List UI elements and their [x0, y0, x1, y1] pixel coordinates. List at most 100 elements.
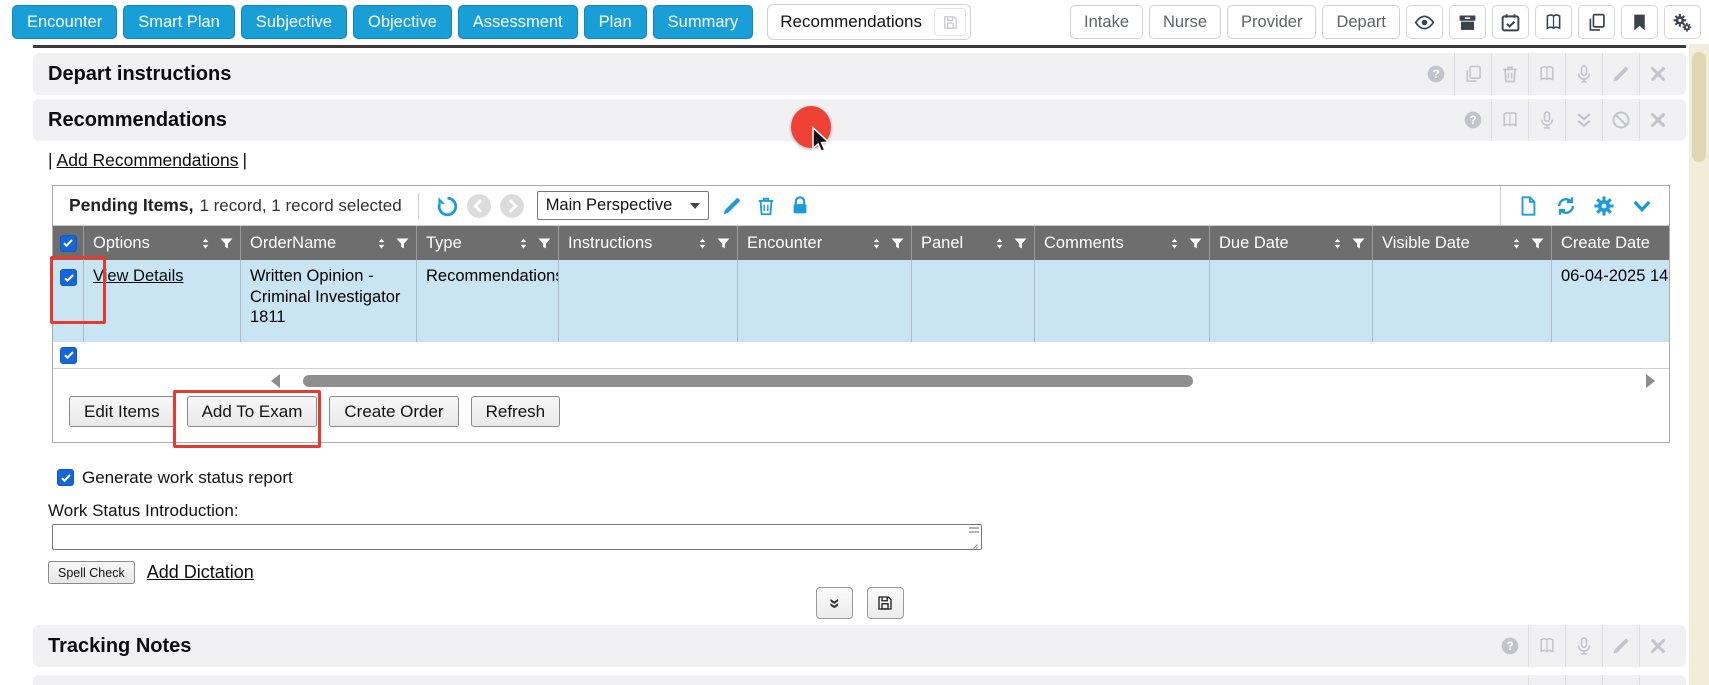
microphone-button[interactable]	[1565, 53, 1602, 95]
filter-icon[interactable]	[537, 236, 552, 251]
sort-icon[interactable]	[1168, 236, 1181, 251]
book-button[interactable]	[1528, 625, 1565, 667]
tab-encounter[interactable]: Encounter	[12, 5, 117, 39]
pencil-button[interactable]	[1602, 625, 1639, 667]
column-header-instructions[interactable]: Instructions	[559, 226, 738, 260]
delete-perspective-icon[interactable]	[755, 195, 777, 217]
column-header-panel[interactable]: Panel	[912, 226, 1035, 260]
gears-button[interactable]	[1664, 5, 1701, 39]
bookmark-button[interactable]	[1621, 5, 1658, 39]
tab-smart-plan[interactable]: Smart Plan	[123, 5, 235, 39]
column-header-create-date[interactable]: Create Date	[1552, 226, 1670, 260]
horizontal-scrollbar-thumb[interactable]	[303, 375, 1193, 387]
select-all-checkbox[interactable]	[60, 235, 77, 252]
lock-icon[interactable]	[789, 195, 811, 217]
sort-icon[interactable]	[375, 236, 388, 251]
tab-subjective[interactable]: Subjective	[241, 5, 347, 39]
page-scrollbar-thumb[interactable]	[1692, 52, 1706, 162]
sort-icon[interactable]	[199, 236, 212, 251]
copy-button[interactable]	[1578, 5, 1615, 39]
edit-items-button[interactable]: Edit Items	[69, 396, 175, 427]
disable-button[interactable]	[1602, 99, 1639, 141]
trash-button[interactable]	[1491, 53, 1528, 95]
horizontal-scrollbar[interactable]	[53, 374, 1669, 388]
close-button[interactable]	[1639, 625, 1676, 667]
chevron-down-icon[interactable]	[1631, 195, 1653, 217]
book-button[interactable]	[1535, 5, 1572, 39]
filter-icon[interactable]	[219, 236, 234, 251]
close-button[interactable]	[1639, 675, 1676, 685]
filter-icon[interactable]	[890, 236, 905, 251]
spell-check-button[interactable]: Spell Check	[48, 561, 135, 584]
new-document-icon[interactable]	[1517, 195, 1539, 217]
book-button[interactable]	[1528, 53, 1565, 95]
microphone-button[interactable]	[1565, 625, 1602, 667]
microphone-button[interactable]	[1528, 99, 1565, 141]
tab-summary[interactable]: Summary	[653, 5, 754, 39]
view-details-link[interactable]: View Details	[93, 267, 183, 285]
column-header-encounter[interactable]: Encounter	[738, 226, 912, 260]
tab-assessment[interactable]: Assessment	[458, 5, 578, 39]
close-button[interactable]	[1639, 99, 1676, 141]
column-header-ordername[interactable]: OrderName	[241, 226, 417, 260]
filter-icon[interactable]	[1351, 236, 1366, 251]
filter-icon[interactable]	[1530, 236, 1545, 251]
close-button[interactable]	[1639, 53, 1676, 95]
sort-icon[interactable]	[517, 236, 530, 251]
filter-icon[interactable]	[1188, 236, 1203, 251]
tab-objective[interactable]: Objective	[353, 5, 452, 39]
archive-box-button[interactable]	[1449, 5, 1486, 39]
help-button[interactable]: ?	[1491, 625, 1528, 667]
table-row[interactable]: View Details Written Opinion - Criminal …	[53, 260, 1669, 342]
next-icon[interactable]	[499, 193, 525, 219]
add-recommendations-link[interactable]: Add Recommendations	[57, 150, 239, 171]
filter-icon[interactable]	[1013, 236, 1028, 251]
sort-icon[interactable]	[1510, 236, 1523, 251]
stage-depart-button[interactable]: Depart	[1322, 5, 1400, 39]
help-button[interactable]: ?	[1491, 675, 1528, 685]
row-checkbox[interactable]	[60, 269, 77, 286]
work-status-intro-textarea[interactable]	[52, 524, 982, 550]
sort-icon[interactable]	[870, 236, 883, 251]
pencil-button[interactable]	[1602, 53, 1639, 95]
perspective-select[interactable]: Main Perspective	[537, 191, 709, 220]
sort-icon[interactable]	[993, 236, 1006, 251]
save-section-button[interactable]	[867, 587, 904, 619]
calendar-check-button[interactable]	[1492, 5, 1529, 39]
expand-section-button[interactable]: »	[816, 587, 853, 619]
add-dictation-link[interactable]: Add Dictation	[147, 562, 254, 583]
column-header-due-date[interactable]: Due Date	[1210, 226, 1373, 260]
eye-button[interactable]	[1406, 5, 1443, 39]
sort-icon[interactable]	[696, 236, 709, 251]
sort-icon[interactable]	[1331, 236, 1344, 251]
microphone-button[interactable]	[1565, 675, 1602, 685]
column-header-comments[interactable]: Comments	[1035, 226, 1210, 260]
save-tab-button[interactable]	[934, 8, 966, 36]
column-header-type[interactable]: Type	[417, 226, 559, 260]
generate-report-checkbox[interactable]	[57, 469, 74, 486]
previous-icon[interactable]	[466, 193, 492, 219]
stage-provider-button[interactable]: Provider	[1227, 5, 1316, 39]
filter-icon[interactable]	[395, 236, 410, 251]
footer-checkbox[interactable]	[60, 347, 77, 364]
edit-perspective-icon[interactable]	[721, 195, 743, 217]
settings-gear-icon[interactable]	[1593, 195, 1615, 217]
resize-grip-icon[interactable]	[967, 538, 979, 550]
tab-recommendations-active[interactable]: Recommendations	[767, 4, 971, 40]
help-button[interactable]: ?	[1417, 53, 1454, 95]
column-header-visible-date[interactable]: Visible Date	[1373, 226, 1552, 260]
help-button[interactable]: ?	[1454, 99, 1491, 141]
copy-button[interactable]	[1454, 53, 1491, 95]
page-scrollbar[interactable]	[1689, 44, 1709, 685]
create-order-button[interactable]: Create Order	[329, 396, 458, 427]
add-to-exam-button[interactable]: Add To Exam	[187, 396, 318, 427]
refresh-button[interactable]: Refresh	[471, 396, 561, 427]
undo-icon[interactable]	[435, 194, 459, 218]
tab-plan[interactable]: Plan	[584, 5, 647, 39]
column-header-options[interactable]: Options	[84, 226, 241, 260]
pencil-button[interactable]	[1602, 675, 1639, 685]
scroll-left-arrow-icon[interactable]	[271, 374, 280, 388]
scroll-right-arrow-icon[interactable]	[1646, 374, 1655, 388]
filter-icon[interactable]	[716, 236, 731, 251]
refresh-icon[interactable]	[1555, 195, 1577, 217]
